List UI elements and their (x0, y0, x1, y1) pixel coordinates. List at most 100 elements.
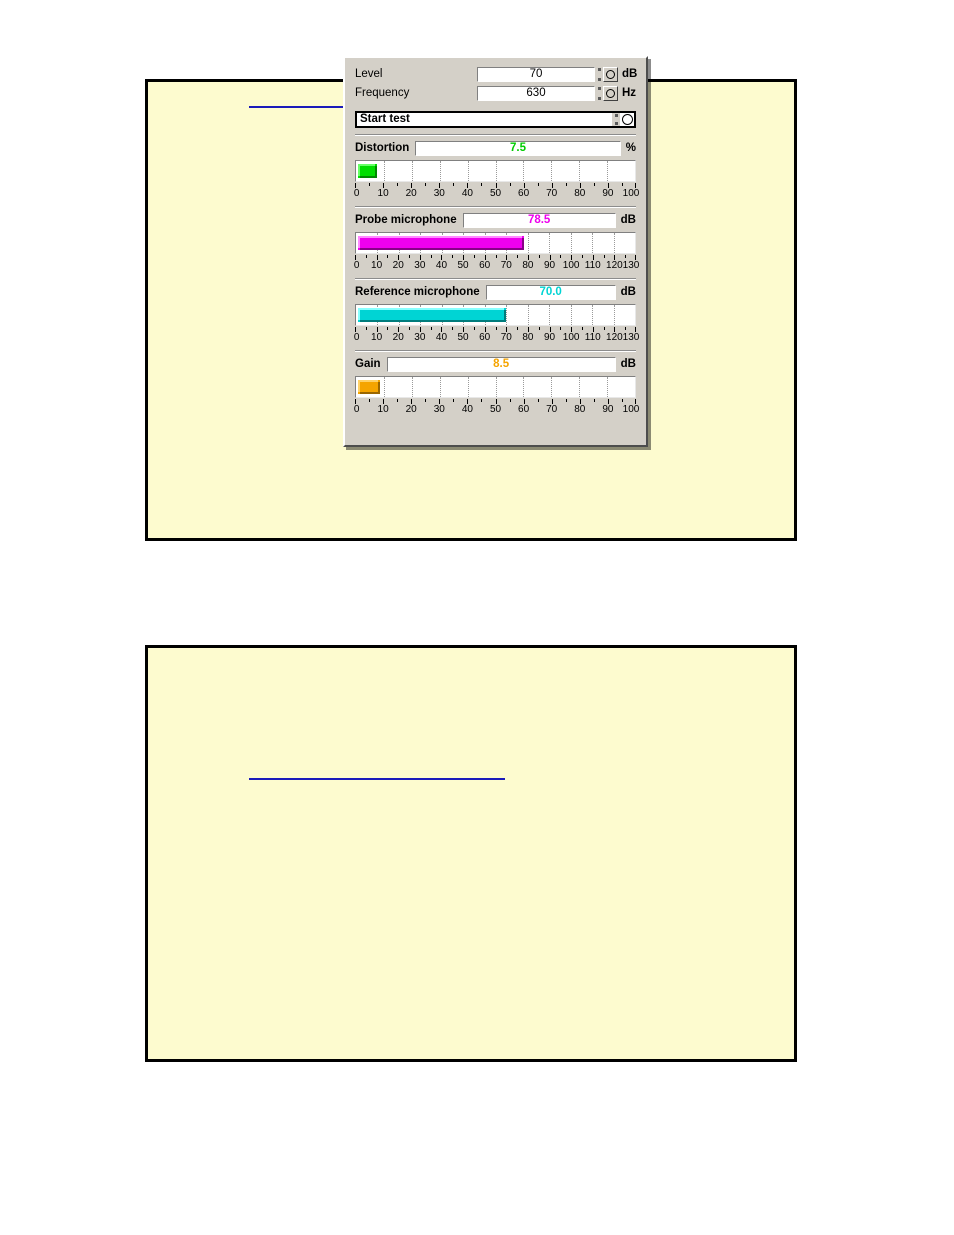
reference-microphone-tick-label: 10 (371, 332, 383, 343)
divider (355, 134, 636, 136)
reference-microphone-gauge (355, 304, 636, 326)
distortion-gridlines (356, 161, 635, 181)
start-test-spinner[interactable] (612, 113, 620, 126)
frequency-knob-icon[interactable] (603, 86, 618, 101)
probe-microphone-tick-label: 110 (584, 260, 601, 271)
level-input[interactable]: 70 (477, 67, 595, 82)
distortion-tick-label: 30 (433, 188, 445, 199)
probe-microphone-tick-label: 90 (543, 260, 556, 271)
reference-microphone-unit: dB (620, 286, 636, 298)
reference-microphone-gauge-wrap: 0 10 20 30 40 50 60 70 80 90 100 110 120 130 (354, 304, 639, 345)
gain-bar (358, 380, 380, 394)
gain-tick-label: 40 (461, 404, 473, 415)
start-test-button[interactable]: Start test (355, 111, 636, 128)
gain-unit: dB (620, 358, 636, 370)
frequency-spinner[interactable] (595, 86, 603, 101)
probe-microphone-tick-label: 20 (392, 260, 404, 271)
reference-microphone-tick-label: 80 (522, 332, 534, 343)
probe-microphone-bar (358, 236, 525, 250)
distortion-gauge (355, 160, 636, 182)
distortion-label: Distortion (355, 142, 410, 154)
distortion-tick-label: 20 (405, 188, 417, 199)
distortion-scale: 0 10 20 30 40 50 60 70 80 90 100 (353, 183, 639, 201)
bottom-content-box (145, 645, 797, 1062)
distortion-tick-label: 40 (461, 188, 473, 199)
gain-gauge-wrap: 0 10 20 30 40 50 60 70 80 90 100 (353, 376, 639, 417)
probe-microphone-scale: 0 10 20 30 40 50 60 70 80 90 100 110 120 130 (353, 255, 639, 273)
distortion-tick-label: 70 (546, 188, 558, 199)
reference-microphone-tick-label: 50 (457, 332, 469, 343)
divider (355, 278, 636, 280)
hearing-aid-test-panel: Level 70 dB Frequency 630 Hz Start test … (343, 56, 648, 447)
probe-microphone-tick-label: 60 (479, 260, 491, 271)
gain-gridlines (356, 377, 635, 397)
start-test-knob-icon[interactable] (620, 113, 634, 126)
probe-microphone-header: Probe microphone 78.5 dB (355, 212, 636, 229)
distortion-value: 7.5 (415, 141, 621, 156)
meter-reference-microphone: Reference microphone 70.0 dB 0 10 20 30 40 50 60 7… (354, 284, 639, 345)
reference-microphone-tick-label: 110 (584, 332, 601, 343)
reference-microphone-tick-label: 40 (435, 332, 448, 343)
reference-microphone-tick-label: 130 (622, 332, 640, 343)
distortion-bar (358, 164, 377, 178)
distortion-tick-label: 100 (622, 188, 640, 199)
probe-microphone-tick-label: 80 (522, 260, 534, 271)
frequency-label: Frequency (355, 87, 410, 99)
reference-microphone-tick-label: 30 (414, 332, 426, 343)
gain-tick-label: 0 (353, 404, 360, 415)
probe-microphone-tick-label: 130 (622, 260, 640, 271)
start-test-row: Start test (355, 111, 636, 128)
frequency-unit: Hz (622, 87, 637, 99)
level-spinner[interactable] (595, 67, 603, 82)
distortion-tick-label: 90 (602, 188, 614, 199)
gain-tick-label: 90 (602, 404, 614, 415)
gain-header: Gain 8.5 dB (355, 356, 636, 373)
frequency-input[interactable]: 630 (477, 86, 595, 101)
distortion-tick-label: 0 (353, 188, 360, 199)
distortion-gauge-wrap: 0 10 20 30 40 50 60 70 80 90 100 (353, 160, 639, 201)
reference-microphone-scale: 0 10 20 30 40 50 60 70 80 90 100 110 120 130 (354, 327, 639, 345)
gain-label: Gain (355, 358, 381, 370)
probe-microphone-tick-label: 100 (562, 260, 580, 271)
probe-microphone-tick-label: 120 (606, 260, 623, 271)
probe-microphone-tick-label: 30 (414, 260, 426, 271)
distortion-tick-label: 50 (489, 188, 502, 199)
distortion-unit: % (625, 142, 636, 154)
meter-probe-microphone: Probe microphone 78.5 dB 0 10 20 30 40 50 60 70 80 9… (353, 212, 639, 273)
reference-microphone-tick-label: 60 (479, 332, 491, 343)
probe-microphone-label: Probe microphone (355, 214, 457, 226)
gain-gauge (355, 376, 636, 398)
probe-microphone-tick-label: 10 (371, 260, 383, 271)
probe-microphone-value: 78.5 (462, 213, 616, 228)
divider (355, 206, 636, 208)
start-test-label: Start test (360, 113, 410, 125)
reference-microphone-label: Reference microphone (355, 286, 480, 298)
gain-tick-label: 60 (518, 404, 530, 415)
level-knob-icon[interactable] (603, 67, 618, 82)
gain-tick-label: 50 (489, 404, 502, 415)
reference-microphone-value: 70.0 (485, 285, 616, 300)
probe-microphone-unit: dB (620, 214, 636, 226)
meter-gain: Gain 8.5 dB 0 10 20 30 40 50 60 70 80 90 100 (353, 356, 639, 417)
gain-tick-label: 70 (546, 404, 558, 415)
gain-tick-label: 30 (433, 404, 445, 415)
level-label: Level (355, 68, 383, 80)
distortion-header: Distortion 7.5% (355, 140, 636, 157)
gain-value: 8.5 (386, 357, 616, 372)
reference-microphone-tick-label: 100 (562, 332, 580, 343)
gain-tick-label: 20 (405, 404, 417, 415)
meter-distortion: Distortion 7.5% 0 10 20 30 40 50 60 70 80 90 100 (353, 140, 639, 201)
level-unit: dB (622, 68, 638, 80)
gain-scale: 0 10 20 30 40 50 60 70 80 90 100 (353, 399, 639, 417)
probe-microphone-tick-label: 0 (353, 260, 360, 271)
probe-microphone-tick-label: 50 (457, 260, 469, 271)
reference-microphone-tick-label: 20 (392, 332, 404, 343)
frequency-row: Frequency 630 Hz (355, 85, 636, 102)
reference-microphone-tick-label: 90 (543, 332, 556, 343)
distortion-tick-label: 80 (574, 188, 586, 199)
probe-microphone-gauge (355, 232, 636, 254)
divider (355, 350, 636, 352)
probe-microphone-tick-label: 40 (435, 260, 448, 271)
distortion-tick-label: 10 (377, 188, 389, 199)
reference-microphone-bar (358, 308, 507, 322)
